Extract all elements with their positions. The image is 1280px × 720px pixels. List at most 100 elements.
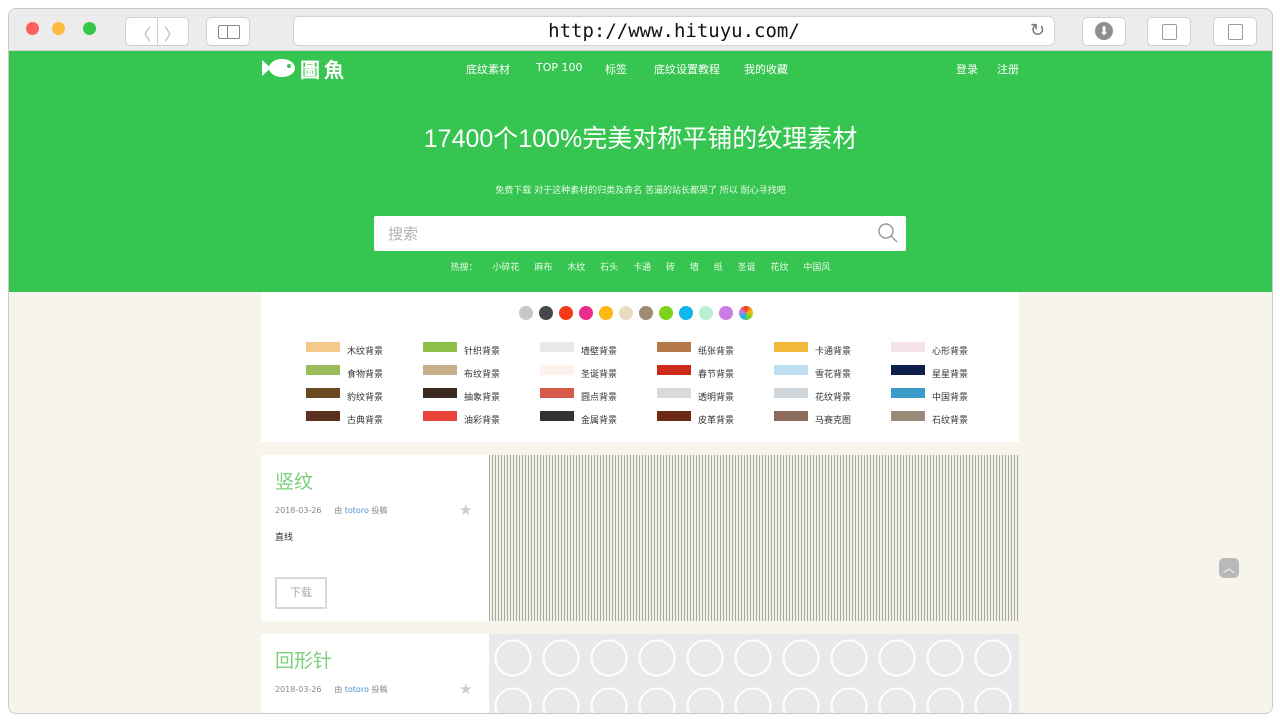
favorite-star-icon[interactable]: ★ <box>459 680 472 698</box>
close-window-button[interactable] <box>26 22 39 35</box>
color-swatch[interactable] <box>539 306 553 320</box>
category-link[interactable]: 透明背景 <box>657 388 767 404</box>
hot-term[interactable]: 墙 <box>690 263 699 273</box>
category-label: 心形背景 <box>932 347 969 357</box>
category-link[interactable]: 墙壁背景 <box>540 342 650 358</box>
zoom-window-button[interactable] <box>83 22 96 35</box>
category-label: 马赛克图 <box>815 416 852 426</box>
color-swatch[interactable] <box>599 306 613 320</box>
category-link[interactable]: 金属背景 <box>540 411 650 427</box>
sidebar-toggle-button[interactable] <box>206 17 250 46</box>
hot-term[interactable]: 花纹 <box>771 263 789 273</box>
texture-preview[interactable] <box>489 455 1019 621</box>
hot-term[interactable]: 纸 <box>714 263 723 273</box>
category-link[interactable]: 卡通背景 <box>774 342 884 358</box>
hot-term[interactable]: 圣诞 <box>738 263 756 273</box>
nav-tags[interactable]: 标签 <box>605 61 627 77</box>
color-swatch[interactable] <box>699 306 713 320</box>
downloads-button[interactable]: ⬇ <box>1082 17 1126 46</box>
category-thumbnail <box>423 365 457 375</box>
back-icon[interactable]: 〈 <box>135 21 151 45</box>
category-link[interactable]: 木纹背景 <box>306 342 416 358</box>
category-thumbnail <box>774 388 808 398</box>
url-text[interactable]: http://www.hituyu.com/ <box>294 20 1054 42</box>
card-date: 2018-03-26 <box>275 685 322 694</box>
texture-preview[interactable] <box>489 634 1019 713</box>
card-title[interactable]: 回形针 <box>275 646 332 673</box>
nav-texture-material[interactable]: 底纹素材 <box>466 61 510 77</box>
divider <box>157 18 158 45</box>
search-input[interactable] <box>386 223 860 245</box>
address-bar[interactable]: http://www.hituyu.com/ ↻ <box>293 16 1055 46</box>
forward-icon[interactable]: 〉 <box>164 21 180 45</box>
category-thumbnail <box>540 365 574 375</box>
hot-term[interactable]: 小碎花 <box>492 263 519 273</box>
category-link[interactable]: 星星背景 <box>891 365 1001 381</box>
category-label: 石纹背景 <box>932 416 969 426</box>
download-button[interactable]: 下载 <box>275 577 327 609</box>
site-logo[interactable]: 圖魚 <box>262 53 348 83</box>
category-link[interactable]: 油彩背景 <box>423 411 533 427</box>
category-label: 油彩背景 <box>464 416 501 426</box>
color-swatch[interactable] <box>639 306 653 320</box>
category-link[interactable]: 石纹背景 <box>891 411 1001 427</box>
color-swatch[interactable] <box>719 306 733 320</box>
hot-term[interactable]: 石头 <box>600 263 618 273</box>
color-swatch[interactable] <box>559 306 573 320</box>
sidebar-icon <box>218 25 240 39</box>
category-link[interactable]: 古典背景 <box>306 411 416 427</box>
back-to-top-button[interactable]: ︿ <box>1219 558 1239 578</box>
category-link[interactable]: 纸张背景 <box>657 342 767 358</box>
category-thumbnail <box>891 388 925 398</box>
category-link[interactable]: 豹纹背景 <box>306 388 416 404</box>
category-link[interactable]: 圣诞背景 <box>540 365 650 381</box>
hot-term[interactable]: 砖 <box>666 263 675 273</box>
register-link[interactable]: 注册 <box>997 61 1019 77</box>
card-date: 2018-03-26 <box>275 506 322 515</box>
category-link[interactable]: 抽象背景 <box>423 388 533 404</box>
category-label: 布纹背景 <box>464 370 501 380</box>
category-link[interactable]: 圆点背景 <box>540 388 650 404</box>
hot-term[interactable]: 麻布 <box>534 263 552 273</box>
category-label: 卡通背景 <box>815 347 852 357</box>
author-link[interactable]: totoro <box>345 506 369 515</box>
category-link[interactable]: 针织背景 <box>423 342 533 358</box>
share-button[interactable] <box>1147 17 1191 46</box>
color-swatch[interactable] <box>659 306 673 320</box>
search-icon[interactable] <box>877 222 899 244</box>
category-label: 抽象背景 <box>464 393 501 403</box>
category-link[interactable]: 布纹背景 <box>423 365 533 381</box>
category-link[interactable]: 花纹背景 <box>774 388 884 404</box>
card-title[interactable]: 竖纹 <box>275 467 313 494</box>
author-link[interactable]: totoro <box>345 685 369 694</box>
nav-tutorial[interactable]: 底纹设置教程 <box>654 61 720 77</box>
favorite-star-icon[interactable]: ★ <box>459 501 472 519</box>
category-link[interactable]: 中国背景 <box>891 388 1001 404</box>
color-swatch[interactable] <box>739 306 753 320</box>
category-link[interactable]: 食物背景 <box>306 365 416 381</box>
login-link[interactable]: 登录 <box>956 61 978 77</box>
category-link[interactable]: 雪花背景 <box>774 365 884 381</box>
browser-toolbar: 〈 〉 http://www.hituyu.com/ ↻ ⬇ <box>9 9 1272 51</box>
category-label: 金属背景 <box>581 416 618 426</box>
category-label: 中国背景 <box>932 393 969 403</box>
color-swatch[interactable] <box>619 306 633 320</box>
nav-favorites[interactable]: 我的收藏 <box>744 61 788 77</box>
category-thumbnail <box>657 411 691 421</box>
color-swatch[interactable] <box>679 306 693 320</box>
color-swatch[interactable] <box>579 306 593 320</box>
card-meta: 2018-03-26 由 totoro 投稿 <box>275 505 387 516</box>
reload-icon[interactable]: ↻ <box>1030 20 1045 41</box>
category-link[interactable]: 皮革背景 <box>657 411 767 427</box>
search-box <box>374 216 906 251</box>
nav-top100[interactable]: TOP 100 <box>536 61 583 74</box>
hot-term[interactable]: 中国风 <box>803 263 830 273</box>
tabs-overview-button[interactable] <box>1213 17 1257 46</box>
category-link[interactable]: 春节背景 <box>657 365 767 381</box>
category-link[interactable]: 心形背景 <box>891 342 1001 358</box>
hot-term[interactable]: 木纹 <box>567 263 585 273</box>
minimize-window-button[interactable] <box>52 22 65 35</box>
color-swatch[interactable] <box>519 306 533 320</box>
category-link[interactable]: 马赛克图 <box>774 411 884 427</box>
hot-term[interactable]: 卡通 <box>633 263 651 273</box>
